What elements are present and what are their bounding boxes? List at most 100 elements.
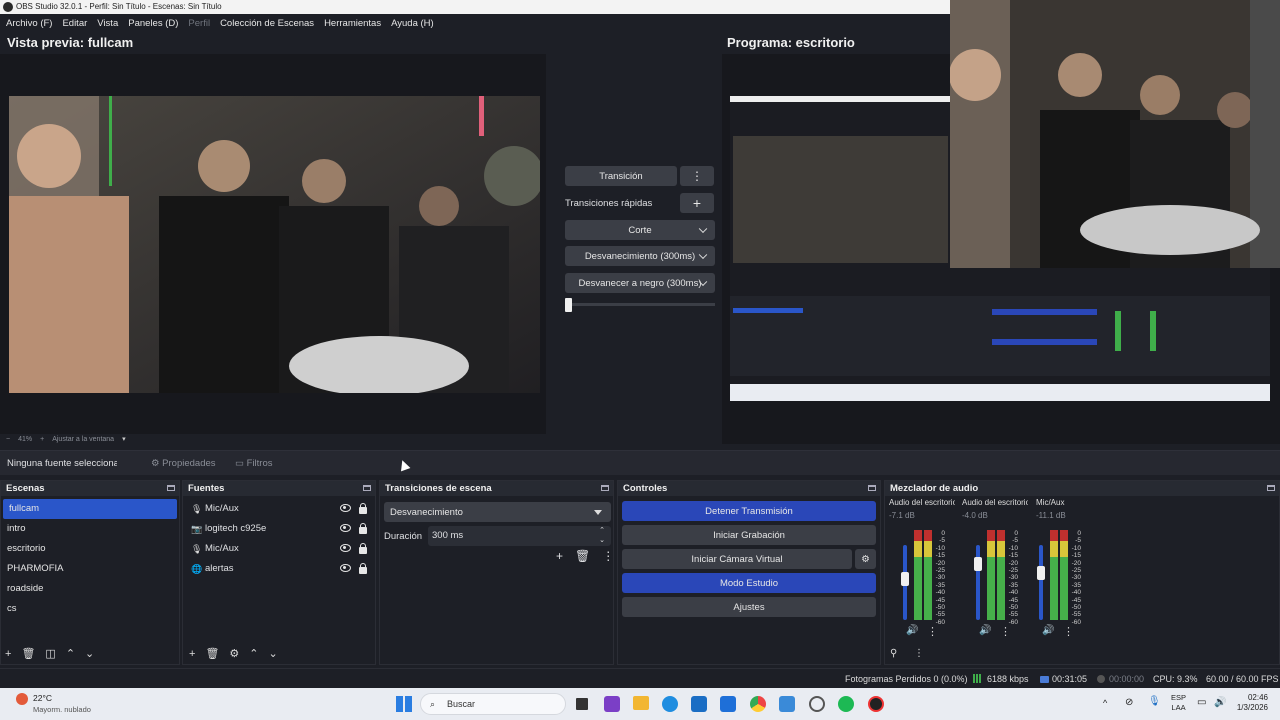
stop-stream-button[interactable]: Detener Transmisión	[622, 501, 876, 521]
spotify-icon[interactable]	[838, 696, 854, 712]
network-off-icon[interactable]: ⊘	[1125, 697, 1133, 708]
chevron-down-icon[interactable]: ▾	[122, 434, 126, 446]
fader-handle[interactable]	[1037, 566, 1045, 580]
taskbar-search[interactable]: ⌕ Buscar	[420, 693, 566, 715]
app-icon[interactable]	[604, 696, 620, 712]
fader-handle[interactable]	[974, 557, 982, 571]
lock-icon[interactable]	[359, 543, 367, 554]
mixer-menu-button[interactable]: ⋮	[914, 648, 924, 659]
tbar-slider-handle[interactable]	[565, 298, 572, 312]
fit-window-label[interactable]: Ajustar a la ventana	[52, 434, 114, 446]
source-item[interactable]: 🎙 Mic/Aux	[183, 499, 375, 519]
source-item[interactable]: 🌐 alertas	[183, 559, 375, 579]
volume-icon[interactable]: 🔊	[1214, 697, 1226, 708]
advanced-audio-button[interactable]: ⚲	[890, 648, 897, 659]
transition-more-button[interactable]: ⋮	[602, 549, 614, 563]
add-transition-button[interactable]: +	[556, 549, 563, 563]
edge-icon[interactable]	[662, 696, 678, 712]
speaker-icon[interactable]: 🔊	[906, 625, 918, 636]
transition-button[interactable]: Transición	[565, 166, 677, 186]
remove-source-button[interactable]: 🗑	[205, 648, 219, 660]
start-recording-button[interactable]: Iniciar Grabación	[622, 525, 876, 545]
speaker-icon[interactable]: 🔊	[979, 625, 991, 636]
undock-icon[interactable]	[868, 485, 876, 491]
studio-mode-button[interactable]: Modo Estudio	[622, 573, 876, 593]
properties-button[interactable]: ⚙ Propiedades	[151, 458, 216, 469]
zoom-out-button[interactable]: −	[6, 434, 10, 446]
settings-gear-icon[interactable]	[809, 696, 825, 712]
move-down-button[interactable]: ⌄	[85, 648, 94, 660]
start-virtual-camera-button[interactable]: Iniciar Cámara Virtual	[622, 549, 852, 569]
mic-icon[interactable]: 🎙	[1148, 696, 1161, 707]
eye-icon[interactable]	[340, 564, 351, 572]
weather-temp[interactable]: 22°C	[33, 693, 52, 703]
scene-filters-button[interactable]: ◫	[45, 648, 55, 660]
undock-icon[interactable]	[363, 485, 371, 491]
eye-icon[interactable]	[340, 504, 351, 512]
quick-transition-negro[interactable]: Desvanecer a negro (300ms)	[565, 273, 715, 293]
outlook-icon[interactable]	[720, 696, 736, 712]
menu-editar[interactable]: Editar	[58, 14, 91, 32]
store-icon[interactable]	[691, 696, 707, 712]
add-scene-button[interactable]: +	[5, 648, 11, 660]
source-settings-button[interactable]: ⚙	[229, 648, 239, 660]
speaker-icon[interactable]: 🔊	[1042, 625, 1054, 636]
scene-item-roadside[interactable]: roadside	[1, 579, 179, 599]
quick-transition-desvanecimiento[interactable]: Desvanecimiento (300ms)	[565, 246, 715, 266]
display-icon[interactable]: ▭	[1197, 697, 1206, 708]
tbar-slider-track[interactable]	[565, 303, 715, 306]
menu-paneles[interactable]: Paneles (D)	[124, 14, 182, 32]
lock-icon[interactable]	[359, 503, 367, 514]
virtual-camera-settings-button[interactable]: ⚙	[855, 549, 876, 569]
channel-menu-button[interactable]: ⋮	[927, 625, 938, 638]
eye-icon[interactable]	[340, 544, 351, 552]
transition-select[interactable]: Desvanecimiento	[384, 502, 611, 522]
scene-item-escritorio[interactable]: escritorio	[1, 539, 179, 559]
chrome-icon[interactable]	[750, 696, 766, 712]
undock-icon[interactable]	[601, 485, 609, 491]
scene-item-cs[interactable]: cs	[1, 599, 179, 619]
eye-icon[interactable]	[340, 524, 351, 532]
add-source-button[interactable]: +	[189, 648, 195, 660]
scene-item-pharmofia[interactable]: PHARMOFIA	[1, 559, 179, 579]
move-up-button[interactable]: ⌃	[66, 648, 75, 660]
lock-icon[interactable]	[359, 523, 367, 534]
fader-track[interactable]	[1039, 545, 1043, 620]
undock-icon[interactable]	[167, 485, 175, 491]
menu-perfil[interactable]: Perfil	[184, 14, 214, 32]
photos-icon[interactable]	[779, 696, 795, 712]
remove-scene-button[interactable]: 🗑	[21, 648, 35, 660]
undock-icon[interactable]	[1267, 485, 1275, 491]
menu-vista[interactable]: Vista	[93, 14, 122, 32]
menu-coleccion-escenas[interactable]: Colección de Escenas	[216, 14, 318, 32]
transition-menu-button[interactable]: ⋮	[680, 166, 714, 186]
lock-icon[interactable]	[359, 563, 367, 574]
move-up-button[interactable]: ⌃	[249, 648, 258, 660]
quick-transition-corte[interactable]: Corte	[565, 220, 715, 240]
move-down-button[interactable]: ⌄	[269, 648, 278, 660]
source-item[interactable]: 🎙 Mic/Aux	[183, 539, 375, 559]
channel-menu-button[interactable]: ⋮	[1063, 625, 1074, 638]
settings-button[interactable]: Ajustes	[622, 597, 876, 617]
remove-transition-button[interactable]: 🗑	[575, 549, 590, 563]
menu-ayuda[interactable]: Ayuda (H)	[387, 14, 438, 32]
menu-herramientas[interactable]: Herramientas	[320, 14, 385, 32]
channel-menu-button[interactable]: ⋮	[1000, 625, 1011, 638]
preview-video-frame[interactable]	[9, 96, 540, 393]
filters-button[interactable]: ▭ Filtros	[235, 458, 273, 469]
source-item[interactable]: 📷 logitech c925e	[183, 519, 375, 539]
windows-start-icon[interactable]	[396, 696, 412, 712]
obs-taskbar-icon[interactable]	[868, 696, 884, 712]
scene-item-fullcam[interactable]: fullcam	[3, 499, 177, 519]
menu-archivo[interactable]: Archivo (F)	[2, 14, 56, 32]
clock[interactable]: 02:46 1/3/2026	[1232, 693, 1268, 713]
chevron-up-icon[interactable]: ^	[1103, 698, 1107, 708]
add-quick-transition-button[interactable]: +	[680, 193, 714, 213]
duration-input[interactable]: 300 ms ⌃ ⌄	[428, 526, 611, 546]
file-explorer-icon[interactable]	[633, 696, 649, 710]
fader-handle[interactable]	[901, 572, 909, 586]
scene-item-intro[interactable]: intro	[1, 519, 179, 539]
language-indicator[interactable]: ESP LAA	[1171, 693, 1186, 713]
task-view-icon[interactable]	[576, 698, 588, 710]
spin-arrows-icon[interactable]: ⌃ ⌄	[599, 526, 605, 546]
